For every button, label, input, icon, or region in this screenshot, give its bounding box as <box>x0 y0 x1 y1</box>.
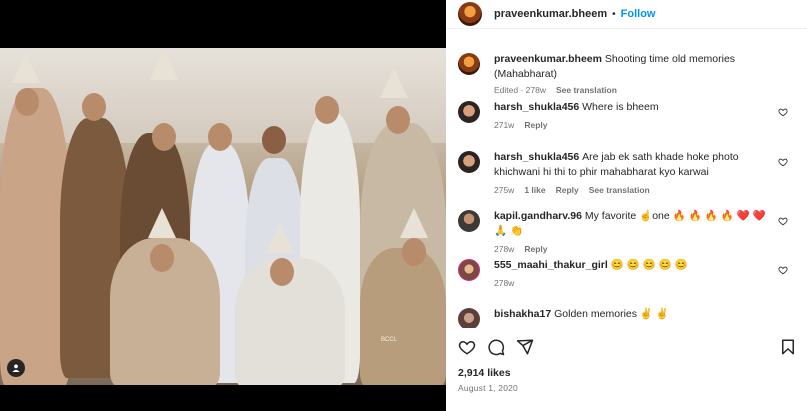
photo-face <box>270 258 294 286</box>
likes-count[interactable]: 2,914 likes <box>458 367 511 379</box>
post-header: praveenkumar.bheem • Follow <box>446 0 807 29</box>
reply-button[interactable]: Reply <box>524 244 547 254</box>
comment-text: 😊 😊 😊 😊 😊 <box>610 259 688 271</box>
media-pane: BCCL <box>0 0 446 411</box>
photo-face <box>15 88 39 116</box>
reply-button[interactable]: Reply <box>556 185 579 195</box>
comment-username[interactable]: harsh_shukla456 <box>494 101 579 113</box>
post-photo[interactable]: BCCL <box>0 48 446 385</box>
heart-icon[interactable] <box>778 265 788 275</box>
comment-item: kapil.gandharv.96 My favorite ☝️one 🔥 🔥 … <box>458 209 798 254</box>
avatar[interactable] <box>458 308 480 328</box>
heart-icon[interactable] <box>778 107 788 117</box>
comment-text: Golden memories ✌️ ✌️ <box>554 308 669 320</box>
photo-figure <box>360 248 446 385</box>
comments-list[interactable]: praveenkumar.bheem Shooting time old mem… <box>446 44 807 328</box>
heart-icon[interactable] <box>458 338 476 356</box>
caption-username[interactable]: praveenkumar.bheem <box>494 53 602 65</box>
comment-username[interactable]: harsh_shukla456 <box>494 151 579 163</box>
user-tag-icon[interactable] <box>7 359 25 377</box>
follow-button[interactable]: Follow <box>621 8 656 20</box>
photo-watermark: BCCL <box>381 337 398 343</box>
avatar[interactable] <box>458 101 480 123</box>
comment-age: 278w <box>494 244 515 254</box>
photo-face <box>150 244 174 272</box>
avatar[interactable] <box>458 210 480 232</box>
comment-icon[interactable] <box>487 338 505 356</box>
photo-face <box>262 126 286 154</box>
post-sidebar: praveenkumar.bheem • Follow praveenkumar… <box>446 0 807 411</box>
comment-username[interactable]: kapil.gandharv.96 <box>494 210 582 222</box>
comment-item: harsh_shukla456 Are jab ek sath khade ho… <box>458 150 798 195</box>
photo-face <box>152 123 176 151</box>
photo-crown <box>266 223 294 253</box>
post-actions <box>458 337 798 357</box>
see-translation-link[interactable]: See translation <box>589 185 650 195</box>
photo-face <box>386 106 410 134</box>
comment-item: 555_maahi_thakur_girl 😊 😊 😊 😊 😊 278w <box>458 258 798 288</box>
heart-icon[interactable] <box>778 157 788 167</box>
comment-username[interactable]: 555_maahi_thakur_girl <box>494 259 608 271</box>
separator-dot: • <box>612 8 616 20</box>
comment-age: 275w <box>494 185 515 195</box>
see-translation-link[interactable]: See translation <box>556 85 617 95</box>
comment-item: harsh_shukla456 Where is bheem 271w Repl… <box>458 100 798 130</box>
photo-face <box>402 238 426 266</box>
comment-username[interactable]: bishakha17 <box>494 308 551 320</box>
caption-edited: Edited · 278w <box>494 85 546 95</box>
comment-likes[interactable]: 1 like <box>524 185 545 195</box>
photo-crown <box>150 50 178 80</box>
photo-crown <box>400 208 428 238</box>
comment-item: bishakha17 Golden memories ✌️ ✌️ <box>458 307 798 328</box>
photo-crown <box>380 68 408 98</box>
comment-text: Where is bheem <box>582 101 659 113</box>
comment-age: 271w <box>494 120 515 130</box>
bookmark-icon[interactable] <box>779 338 797 356</box>
reply-button[interactable]: Reply <box>524 120 547 130</box>
heart-icon[interactable] <box>778 216 788 226</box>
photo-face <box>82 93 106 121</box>
photo-face <box>208 123 232 151</box>
post-date: August 1, 2020 <box>458 383 518 393</box>
photo-crown <box>148 208 176 238</box>
avatar[interactable] <box>458 259 480 281</box>
caption: praveenkumar.bheem Shooting time old mem… <box>458 52 798 95</box>
comment-age: 278w <box>494 278 515 288</box>
avatar[interactable] <box>458 151 480 173</box>
photo-face <box>315 96 339 124</box>
share-icon[interactable] <box>516 338 534 356</box>
author-username[interactable]: praveenkumar.bheem <box>494 8 607 20</box>
photo-crown <box>12 53 40 83</box>
avatar[interactable] <box>458 2 482 26</box>
avatar[interactable] <box>458 53 480 75</box>
